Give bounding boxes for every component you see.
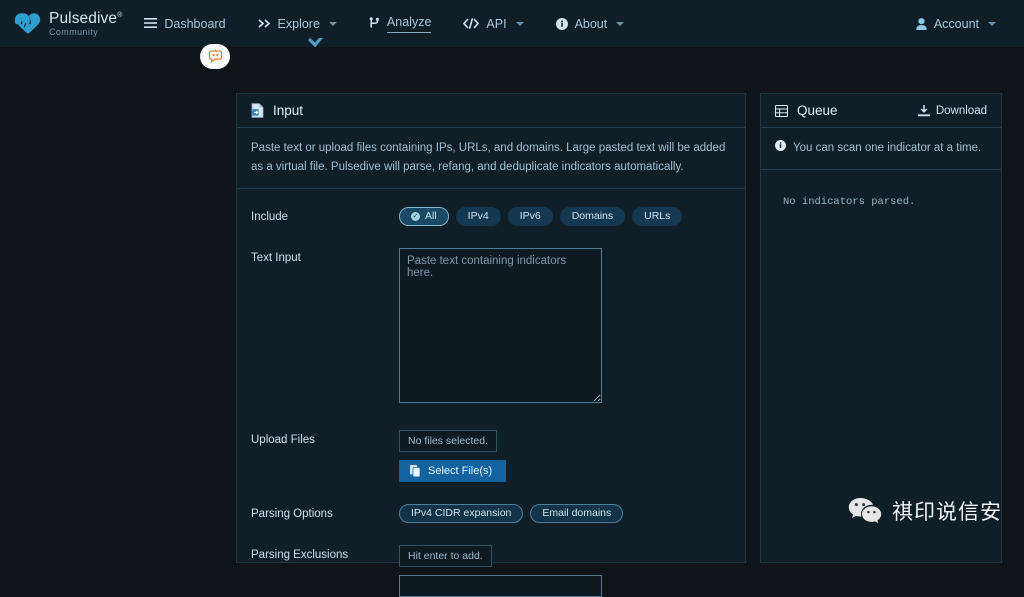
include-pill-domains-label: Domains — [572, 210, 613, 222]
input-panel: Input Paste text or upload files contain… — [236, 93, 746, 563]
include-pill-ipv6-label: IPv6 — [520, 210, 541, 222]
code-icon — [463, 18, 479, 29]
chevron-down-icon — [988, 22, 996, 26]
chevron-down-icon — [616, 22, 624, 26]
chatbot-launcher-button[interactable] — [200, 44, 230, 69]
include-pill-ipv6[interactable]: IPv6 — [508, 207, 553, 226]
text-input-label: Text Input — [251, 248, 399, 408]
include-label: Include — [251, 207, 399, 226]
hamburger-icon — [144, 18, 157, 29]
input-panel-description: Paste text or upload files containing IP… — [237, 128, 745, 189]
chevron-down-icon — [329, 22, 337, 26]
nav-item-explore[interactable]: Explore — [258, 13, 337, 35]
nav-item-account[interactable]: Account — [916, 13, 996, 35]
git-branch-icon — [369, 17, 380, 30]
queue-panel-title-group: Queue — [775, 103, 838, 118]
brand-name: Pulsedive® — [49, 11, 122, 27]
nav-item-analyze[interactable]: Analyze — [369, 11, 431, 37]
input-panel-title: Input — [273, 103, 303, 118]
input-panel-title-group: Input — [251, 103, 303, 118]
check-icon: ✓ — [411, 212, 420, 221]
parsing-options-label: Parsing Options — [251, 504, 399, 523]
include-pill-urls[interactable]: URLs — [632, 207, 682, 226]
parsing-options-pill-group: IPv4 CIDR expansion Email domains — [399, 504, 731, 523]
wechat-icon — [848, 497, 882, 526]
selected-files-status: No files selected. — [399, 430, 497, 452]
chevrons-right-icon — [258, 18, 271, 29]
queue-panel-title: Queue — [797, 103, 838, 118]
queue-panel: Queue Download You can scan one indicato… — [760, 93, 1002, 563]
nav-item-dashboard[interactable]: Dashboard — [144, 13, 225, 35]
upload-files-label: Upload Files — [251, 430, 399, 482]
nav-item-about[interactable]: About — [556, 13, 625, 35]
include-pill-ipv4[interactable]: IPv4 — [456, 207, 501, 226]
brand-logo-link[interactable]: Pulsedive® Community — [14, 10, 122, 37]
table-icon — [775, 105, 788, 117]
info-icon — [775, 140, 786, 151]
nav-label-account: Account — [934, 17, 979, 31]
brand-subtitle: Community — [49, 28, 122, 37]
nav-item-api[interactable]: API — [463, 13, 523, 35]
queue-info-text: You can scan one indicator at a time. — [793, 139, 981, 158]
upload-files-row: Upload Files No files selected. Select F… — [237, 430, 745, 482]
input-panel-body: Include ✓ All IPv4 IPv6 Domains URLs Tex… — [237, 189, 745, 597]
input-panel-header: Input — [237, 94, 745, 128]
nav-label-about: About — [575, 17, 608, 31]
nav-right: Account — [916, 13, 1010, 35]
include-pill-all-label: All — [425, 210, 437, 222]
nav-label-api: API — [486, 17, 506, 31]
top-navbar: Pulsedive® Community Dashboard Explore A… — [0, 0, 1024, 47]
text-input-row: Text Input — [237, 248, 745, 408]
include-pill-ipv4-label: IPv4 — [468, 210, 489, 222]
parsing-option-cidr-label: IPv4 CIDR expansion — [411, 507, 511, 519]
parsing-option-email-label: Email domains — [542, 507, 611, 519]
file-import-icon — [251, 103, 264, 118]
include-pill-urls-label: URLs — [644, 210, 670, 222]
include-pill-all[interactable]: ✓ All — [399, 207, 449, 226]
queue-empty-message: No indicators parsed. — [761, 170, 1001, 208]
nav-label-analyze: Analyze — [387, 15, 431, 33]
parsing-option-email-domains[interactable]: Email domains — [530, 504, 623, 523]
indicator-textarea[interactable] — [399, 248, 602, 403]
parsing-options-row: Parsing Options IPv4 CIDR expansion Emai… — [237, 504, 745, 523]
queue-info-note: You can scan one indicator at a time. — [761, 128, 1001, 170]
download-label: Download — [936, 105, 987, 117]
parsing-exclusions-input[interactable] — [399, 575, 602, 597]
user-icon — [916, 18, 927, 30]
info-circle-icon — [556, 18, 568, 30]
download-icon — [918, 105, 930, 117]
parsing-exclusions-label: Parsing Exclusions — [251, 545, 399, 597]
include-pill-domains[interactable]: Domains — [560, 207, 625, 226]
parsing-exclusions-row: Parsing Exclusions Hit enter to add. — [237, 545, 745, 597]
exclusions-hint: Hit enter to add. — [399, 545, 492, 567]
chevron-down-icon — [516, 22, 524, 26]
download-queue-link[interactable]: Download — [918, 105, 987, 117]
nav-label-explore: Explore — [278, 17, 320, 31]
clipped-check-decoration — [308, 38, 328, 48]
brand-registered-mark: ® — [117, 12, 122, 19]
queue-panel-header: Queue Download — [761, 94, 1001, 128]
wechat-watermark: 祺印说信安 — [848, 496, 1002, 526]
select-files-label: Select File(s) — [428, 465, 492, 477]
chatbot-icon — [208, 49, 223, 64]
files-icon — [410, 465, 421, 477]
select-files-button[interactable]: Select File(s) — [399, 460, 506, 482]
parsing-option-cidr-expansion[interactable]: IPv4 CIDR expansion — [399, 504, 523, 523]
nav-label-dashboard: Dashboard — [164, 17, 225, 31]
pulsedive-logo-icon — [14, 12, 42, 36]
nav-items: Dashboard Explore Analyze API — [144, 11, 656, 37]
include-row: Include ✓ All IPv4 IPv6 Domains URLs — [237, 207, 745, 226]
include-pill-group: ✓ All IPv4 IPv6 Domains URLs — [399, 207, 731, 226]
watermark-text: 祺印说信安 — [892, 496, 1002, 526]
